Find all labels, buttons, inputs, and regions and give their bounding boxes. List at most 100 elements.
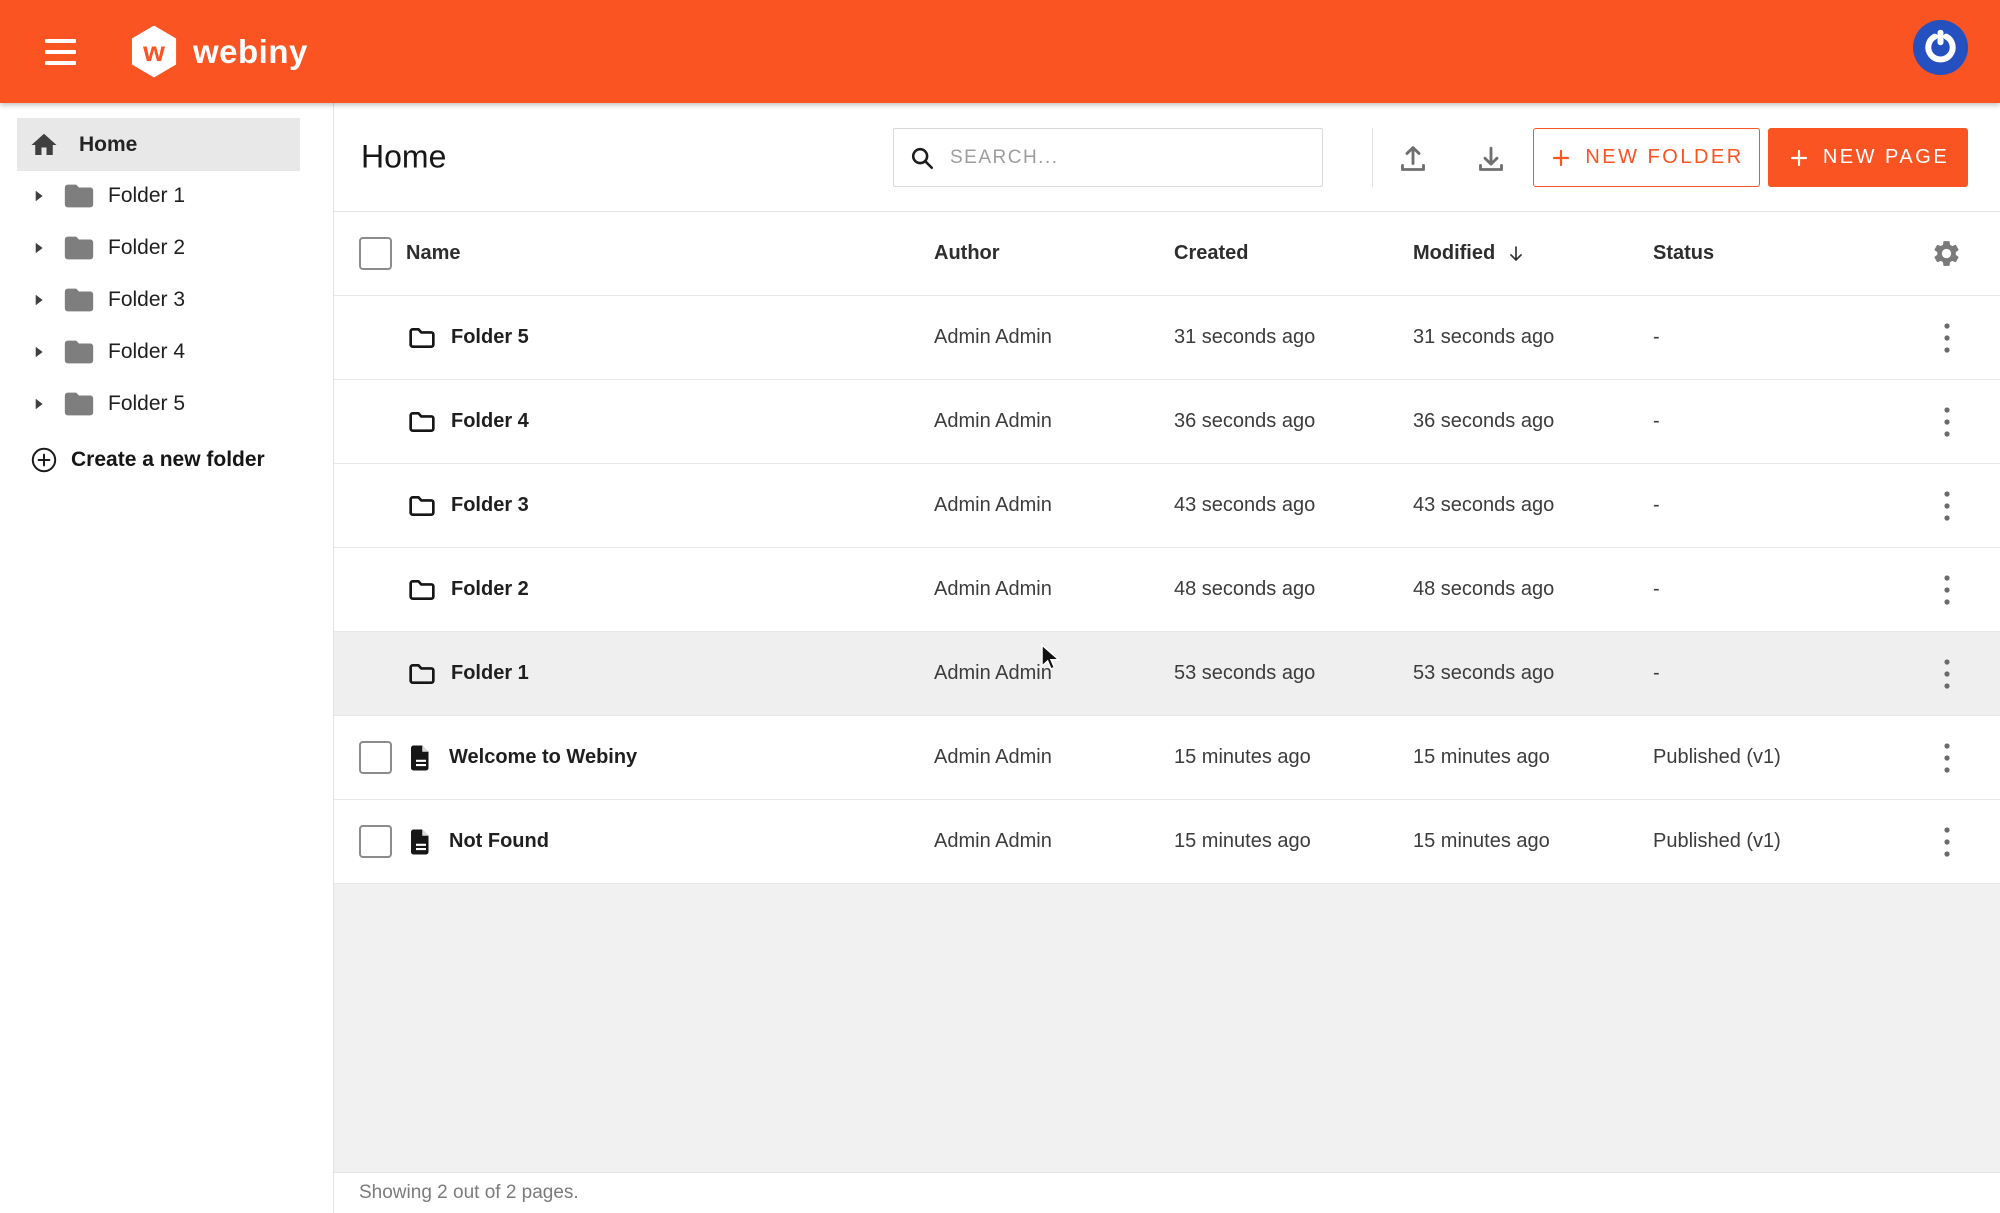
row-menu-button[interactable] <box>1932 737 1962 779</box>
plus-circle-icon <box>30 446 58 474</box>
row-checkbox[interactable] <box>359 825 392 858</box>
kebab-icon <box>1942 657 1952 691</box>
table-empty-area <box>334 884 2000 1172</box>
row-menu-button[interactable] <box>1932 653 1962 695</box>
page-icon <box>406 743 436 773</box>
gravatar-icon <box>1912 19 1969 76</box>
webiny-logo[interactable]: w webiny <box>130 0 308 103</box>
row-name: Folder 5 <box>451 326 529 349</box>
sidebar-item-folder-5[interactable]: Folder 5 <box>0 378 333 430</box>
webiny-admin-screen: w webiny Home Folder 1 <box>0 0 2000 1213</box>
folder-icon <box>62 231 96 265</box>
folder-icon <box>62 387 96 421</box>
row-name: Welcome to Webiny <box>449 746 637 769</box>
table-row[interactable]: Folder 3 Admin Admin 43 seconds ago 43 s… <box>334 464 2000 548</box>
column-header-status[interactable]: Status <box>1653 242 1893 265</box>
caret-right-icon[interactable] <box>27 237 49 259</box>
home-icon <box>29 130 59 160</box>
caret-right-icon[interactable] <box>27 185 49 207</box>
caret-right-icon[interactable] <box>27 341 49 363</box>
kebab-icon <box>1942 825 1952 859</box>
upload-icon <box>1395 141 1431 177</box>
new-folder-label: NEW FOLDER <box>1585 146 1743 169</box>
table-row[interactable]: Folder 4 Admin Admin 36 seconds ago 36 s… <box>334 380 2000 464</box>
new-page-label: NEW PAGE <box>1823 146 1949 169</box>
sidebar-folder-label: Folder 4 <box>108 340 185 364</box>
row-author: Admin Admin <box>934 746 1174 769</box>
sidebar-item-home[interactable]: Home <box>17 118 300 171</box>
column-header-name[interactable]: Name <box>406 242 934 265</box>
row-name: Folder 4 <box>451 410 529 433</box>
sidebar-item-folder-2[interactable]: Folder 2 <box>0 222 333 274</box>
main-content: Home NEW FOLDER <box>334 103 2000 1213</box>
row-status: - <box>1653 578 1893 601</box>
export-button[interactable] <box>1469 139 1513 179</box>
row-menu-button[interactable] <box>1932 317 1962 359</box>
sidebar-home-label: Home <box>79 133 137 157</box>
row-author: Admin Admin <box>934 830 1174 853</box>
sidebar: Home Folder 1 Folder 2 Folder 3 Folder 4… <box>0 103 334 1213</box>
pagination-statusbar: Showing 2 out of 2 pages. <box>334 1172 2000 1213</box>
search-input[interactable] <box>950 147 1307 169</box>
row-name: Not Found <box>449 830 549 853</box>
kebab-icon <box>1942 405 1952 439</box>
new-folder-button[interactable]: NEW FOLDER <box>1533 128 1760 187</box>
folder-icon <box>406 658 438 690</box>
new-page-button[interactable]: NEW PAGE <box>1768 128 1968 187</box>
sidebar-item-folder-1[interactable]: Folder 1 <box>0 170 333 222</box>
caret-right-icon[interactable] <box>27 393 49 415</box>
row-created: 31 seconds ago <box>1174 326 1413 349</box>
row-status: - <box>1653 662 1893 685</box>
column-header-created[interactable]: Created <box>1174 242 1413 265</box>
row-created: 15 minutes ago <box>1174 830 1413 853</box>
folder-icon <box>406 574 438 606</box>
row-author: Admin Admin <box>934 494 1174 517</box>
row-menu-button[interactable] <box>1932 485 1962 527</box>
row-checkbox[interactable] <box>359 741 392 774</box>
page-icon <box>406 827 436 857</box>
row-created: 43 seconds ago <box>1174 494 1413 517</box>
create-new-folder-label: Create a new folder <box>71 448 265 472</box>
kebab-icon <box>1942 489 1952 523</box>
column-header-modified[interactable]: Modified <box>1413 242 1653 265</box>
row-modified: 31 seconds ago <box>1413 326 1653 349</box>
select-all-checkbox[interactable] <box>359 237 392 270</box>
sidebar-folder-label: Folder 1 <box>108 184 185 208</box>
row-status: - <box>1653 326 1893 349</box>
row-modified: 43 seconds ago <box>1413 494 1653 517</box>
webiny-logo-letter: w <box>143 38 165 66</box>
row-status: Published (v1) <box>1653 746 1893 769</box>
row-modified: 48 seconds ago <box>1413 578 1653 601</box>
table-row[interactable]: Welcome to Webiny Admin Admin 15 minutes… <box>334 716 2000 800</box>
row-author: Admin Admin <box>934 662 1174 685</box>
folder-icon <box>406 322 438 354</box>
row-menu-button[interactable] <box>1932 821 1962 863</box>
page-title: Home <box>361 139 446 176</box>
row-menu-button[interactable] <box>1932 401 1962 443</box>
row-status: Published (v1) <box>1653 830 1893 853</box>
sidebar-item-folder-3[interactable]: Folder 3 <box>0 274 333 326</box>
row-name: Folder 3 <box>451 494 529 517</box>
kebab-icon <box>1942 741 1952 775</box>
table-row[interactable]: Folder 2 Admin Admin 48 seconds ago 48 s… <box>334 548 2000 632</box>
table-settings-button[interactable] <box>1931 238 1962 269</box>
column-header-author[interactable]: Author <box>934 242 1174 265</box>
import-button[interactable] <box>1391 139 1435 179</box>
table-row[interactable]: Folder 1 Admin Admin 53 seconds ago 53 s… <box>334 632 2000 716</box>
create-new-folder-button[interactable]: Create a new folder <box>0 434 333 486</box>
caret-right-icon[interactable] <box>27 289 49 311</box>
folder-icon <box>62 283 96 317</box>
row-status: - <box>1653 410 1893 433</box>
sidebar-item-folder-4[interactable]: Folder 4 <box>0 326 333 378</box>
row-menu-button[interactable] <box>1932 569 1962 611</box>
avatar[interactable] <box>1912 19 1969 76</box>
sidebar-folder-label: Folder 5 <box>108 392 185 416</box>
brand-wordmark: webiny <box>193 33 308 71</box>
table-row[interactable]: Not Found Admin Admin 15 minutes ago 15 … <box>334 800 2000 884</box>
row-modified: 15 minutes ago <box>1413 830 1653 853</box>
table-row[interactable]: Folder 5 Admin Admin 31 seconds ago 31 s… <box>334 296 2000 380</box>
folder-icon <box>406 406 438 438</box>
menu-icon[interactable] <box>45 32 85 72</box>
row-author: Admin Admin <box>934 410 1174 433</box>
sidebar-folder-label: Folder 3 <box>108 288 185 312</box>
